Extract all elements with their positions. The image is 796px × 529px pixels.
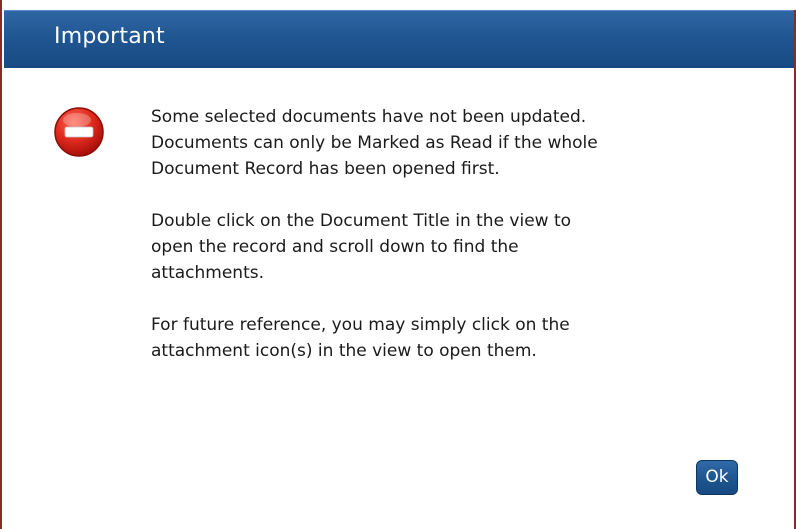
ok-button[interactable]: Ok [696, 460, 738, 495]
stop-error-icon [53, 106, 105, 158]
message-paragraph-2: Double click on the Document Title in th… [151, 211, 572, 283]
message-paragraph-3: For future reference, you may simply cli… [151, 315, 570, 361]
dialog-titlebar: Important [4, 10, 794, 68]
message-paragraph-1: Some selected documents have not been up… [151, 107, 598, 179]
important-dialog: Important Some selected documents have n… [0, 0, 796, 529]
dialog-title: Important [54, 24, 165, 49]
dialog-message: Some selected documents have not been up… [151, 104, 771, 390]
dialog-top-strip [2, 0, 796, 10]
